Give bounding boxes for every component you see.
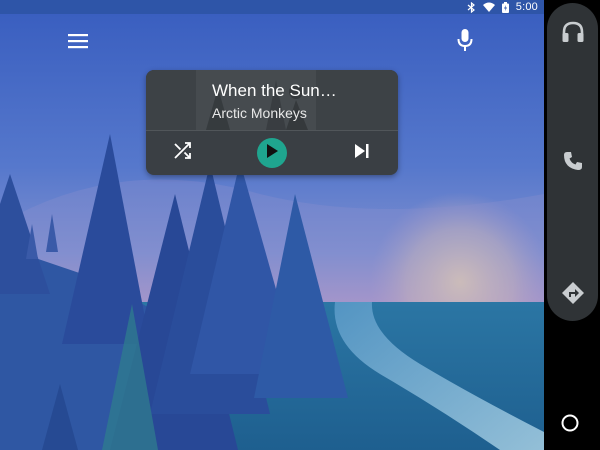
- shuffle-button[interactable]: [170, 140, 196, 166]
- track-title: When the Sun…: [212, 81, 337, 100]
- home-circle-icon: [560, 413, 580, 438]
- shuffle-icon: [173, 141, 193, 166]
- headphones-icon: [561, 21, 585, 48]
- home-button[interactable]: [556, 411, 584, 439]
- status-icons: 5:00: [467, 0, 538, 14]
- wifi-icon: [482, 2, 495, 12]
- status-time: 5:00: [515, 1, 538, 13]
- phone-icon: [563, 151, 583, 176]
- status-bar: 5:00: [0, 0, 544, 14]
- phone-app-button[interactable]: [547, 141, 598, 185]
- track-info: When the Sun… Arctic Monkeys: [212, 80, 392, 122]
- navigation-rail: [544, 0, 600, 450]
- bluetooth-icon: [467, 1, 476, 13]
- menu-button[interactable]: [62, 28, 94, 58]
- menu-icon: [67, 33, 89, 54]
- media-app-button[interactable]: [547, 12, 598, 56]
- voice-search-button[interactable]: [450, 26, 480, 58]
- skip-next-icon: [354, 143, 370, 163]
- track-artist: Arctic Monkeys: [212, 105, 307, 121]
- play-button[interactable]: [257, 138, 287, 168]
- card-divider: [146, 130, 398, 131]
- directions-icon: [561, 281, 585, 310]
- rail-panel: [547, 3, 598, 321]
- navigation-app-button[interactable]: [547, 273, 598, 317]
- battery-icon: [501, 1, 509, 13]
- mic-icon: [457, 28, 473, 57]
- skip-next-button[interactable]: [349, 140, 375, 166]
- play-icon: [266, 143, 278, 163]
- media-card[interactable]: When the Sun… Arctic Monkeys: [146, 70, 398, 175]
